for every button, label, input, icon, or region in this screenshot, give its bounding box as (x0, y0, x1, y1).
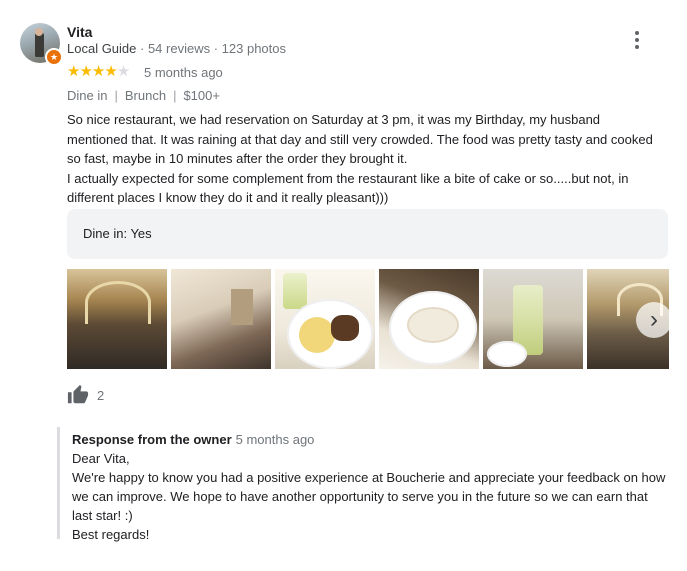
pasta-dish-photo[interactable] (379, 269, 479, 369)
dot-icon (635, 31, 639, 35)
owner-response-time: 5 months ago (235, 432, 315, 447)
more-options-button[interactable] (626, 28, 648, 52)
owner-response-header: Response from the owner 5 months ago (72, 432, 314, 447)
star-filled-icon: ★ (67, 63, 80, 80)
review-body: So nice restaurant, we had reservation o… (67, 110, 657, 208)
meta-separator: · (136, 41, 148, 56)
photo-count: 123 photos (221, 41, 286, 56)
plate-shape (487, 341, 527, 367)
meat-shape (331, 315, 359, 341)
dot-icon (635, 45, 639, 49)
thumbs-up-icon[interactable] (67, 384, 89, 406)
tag-separator: | (114, 88, 118, 103)
owner-response-line: Dear Vita, (72, 451, 130, 466)
chevron-right-icon[interactable]: › (636, 302, 672, 338)
dine-in-attribute: Dine in: Yes (83, 226, 152, 241)
like-count: 2 (97, 388, 105, 403)
tag-separator: | (173, 88, 177, 103)
review-time: 5 months ago (144, 65, 223, 80)
meta-separator: · (210, 41, 222, 56)
review-attributes-box: Dine in: Yes (67, 209, 668, 259)
reviewer-meta: Local Guide · 54 reviews · 123 photos (67, 41, 286, 56)
potato-dish-photo[interactable] (275, 269, 375, 369)
ceiling-arch-shape (85, 281, 151, 324)
star-filled-icon: ★ (104, 63, 117, 80)
star-rating: ★★★★★ (67, 63, 130, 81)
local-guide-label: Local Guide (67, 41, 137, 56)
local-guide-star-icon: ★ (45, 48, 63, 66)
review-paragraph: So nice restaurant, we had reservation o… (67, 112, 653, 166)
tag-dine-in: Dine in (67, 88, 108, 103)
tag-price: $100+ (183, 88, 220, 103)
review-paragraph: I actually expected for some complement … (67, 170, 629, 206)
restaurant-interior-photo[interactable] (67, 269, 167, 369)
review-count: 54 reviews (147, 41, 211, 56)
avatar-face-shape (35, 28, 43, 36)
owner-response-title: Response from the owner (72, 432, 232, 447)
mashed-potato-shape (299, 317, 335, 353)
pasta-shape (409, 309, 457, 341)
tag-brunch: Brunch (124, 88, 167, 103)
dot-icon (635, 38, 639, 42)
star-empty-icon: ★ (116, 63, 130, 80)
owner-response-divider (57, 427, 60, 539)
reviewer-name[interactable]: Vita (67, 24, 92, 40)
drink-glass-shape (283, 273, 307, 309)
review-tags: Dine in | Brunch | $100+ (67, 88, 220, 103)
owner-response-body: Dear Vita, We're happy to know you had a… (72, 449, 667, 544)
star-filled-icon: ★ (79, 63, 92, 80)
review-photo-strip (67, 269, 669, 369)
drinks-photo[interactable] (483, 269, 583, 369)
owner-response-line: We're happy to know you had a positive e… (72, 470, 666, 523)
owner-response-line: Best regards! (72, 527, 150, 542)
wall-painting-shape (231, 289, 253, 325)
dining-room-photo[interactable] (171, 269, 271, 369)
star-filled-icon: ★ (91, 63, 105, 80)
